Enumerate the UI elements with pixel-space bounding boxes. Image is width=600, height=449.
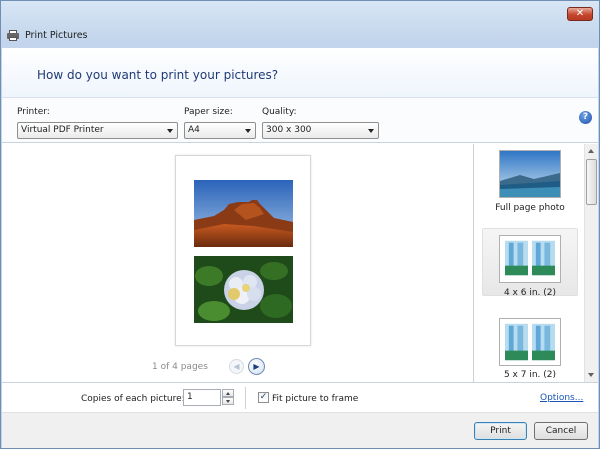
stepper-up-icon[interactable]: [222, 389, 234, 397]
print-options-row: Printer: Virtual PDF Printer Paper size:…: [2, 98, 598, 143]
quality-select[interactable]: 300 x 300: [262, 122, 379, 139]
scroll-thumb[interactable]: [586, 159, 597, 205]
dialog-content: How do you want to print your pictures? …: [2, 48, 598, 448]
fit-to-frame-label[interactable]: Fit picture to frame: [272, 394, 358, 404]
printer-select[interactable]: Virtual PDF Printer: [17, 122, 178, 139]
layout-scrollbar[interactable]: [584, 144, 598, 382]
chevron-right-icon: ▶: [253, 362, 260, 371]
quality-label: Quality:: [262, 107, 297, 117]
layout-full-page-photo[interactable]: Full page photo: [482, 146, 578, 216]
scroll-up-icon[interactable]: [588, 149, 594, 153]
next-page-button[interactable]: ▶: [248, 358, 265, 375]
copies-row: Copies of each picture: 1 ✓ Fit picture …: [2, 382, 598, 412]
full-page-thumbnail: [499, 150, 561, 198]
preview-page: [175, 155, 311, 346]
4x6-thumbnail: [499, 235, 561, 283]
print-pictures-window: ✕ Print Pictures How do you want to prin…: [0, 0, 600, 449]
scroll-down-icon[interactable]: [588, 373, 594, 377]
paper-size-label: Paper size:: [184, 107, 233, 117]
copies-stepper[interactable]: [222, 389, 234, 406]
checkmark-icon: ✓: [259, 392, 268, 402]
layout-label: Full page photo: [495, 203, 565, 213]
cancel-button[interactable]: Cancel: [534, 422, 588, 440]
dialog-header: How do you want to print your pictures?: [2, 48, 598, 98]
options-link[interactable]: Options...: [540, 393, 583, 403]
layout-label: 4 x 6 in. (2): [503, 288, 557, 298]
help-icon[interactable]: ?: [579, 111, 592, 124]
layout-label: 5 x 7 in. (2): [503, 370, 557, 380]
print-preview-area: 1 of 4 pages ◀ ▶: [2, 144, 473, 382]
fit-to-frame-checkbox[interactable]: ✓: [258, 392, 269, 403]
close-icon: ✕: [575, 8, 585, 19]
print-button[interactable]: Print: [474, 422, 527, 440]
close-button[interactable]: ✕: [567, 7, 593, 21]
layout-4x6[interactable]: 4 x 6 in. (2): [482, 228, 578, 298]
chevron-down-icon: [245, 129, 251, 133]
copies-label: Copies of each picture:: [81, 394, 185, 404]
copies-input[interactable]: 1: [183, 389, 221, 406]
title-bar: ✕: [1, 1, 599, 25]
layout-5x7[interactable]: 5 x 7 in. (2): [482, 314, 578, 382]
window-title: Print Pictures: [25, 29, 88, 41]
chevron-down-icon: [167, 129, 173, 133]
printer-select-value: Virtual PDF Printer: [21, 125, 104, 135]
printer-label: Printer:: [17, 107, 50, 117]
chevron-left-icon: ◀: [233, 362, 240, 371]
layout-list: Full page photo 4 x 6 in. (2) 5 x 7 in. …: [473, 144, 598, 382]
flower-photo: [194, 256, 293, 323]
print-prompt-heading: How do you want to print your pictures?: [37, 68, 279, 82]
quality-select-value: 300 x 300: [266, 125, 312, 135]
page-count-label: 1 of 4 pages: [152, 362, 208, 372]
printer-icon: [7, 29, 19, 41]
chevron-down-icon: [368, 129, 374, 133]
dialog-footer: Print Cancel: [2, 412, 598, 448]
paper-size-select-value: A4: [188, 125, 200, 135]
desert-photo: [194, 180, 293, 247]
5x7-thumbnail: [499, 318, 561, 366]
stepper-down-icon[interactable]: [222, 397, 234, 405]
app-title-row: Print Pictures: [7, 27, 88, 43]
paper-size-select[interactable]: A4: [184, 122, 256, 139]
divider: [245, 387, 246, 409]
previous-page-button[interactable]: ◀: [229, 359, 244, 374]
